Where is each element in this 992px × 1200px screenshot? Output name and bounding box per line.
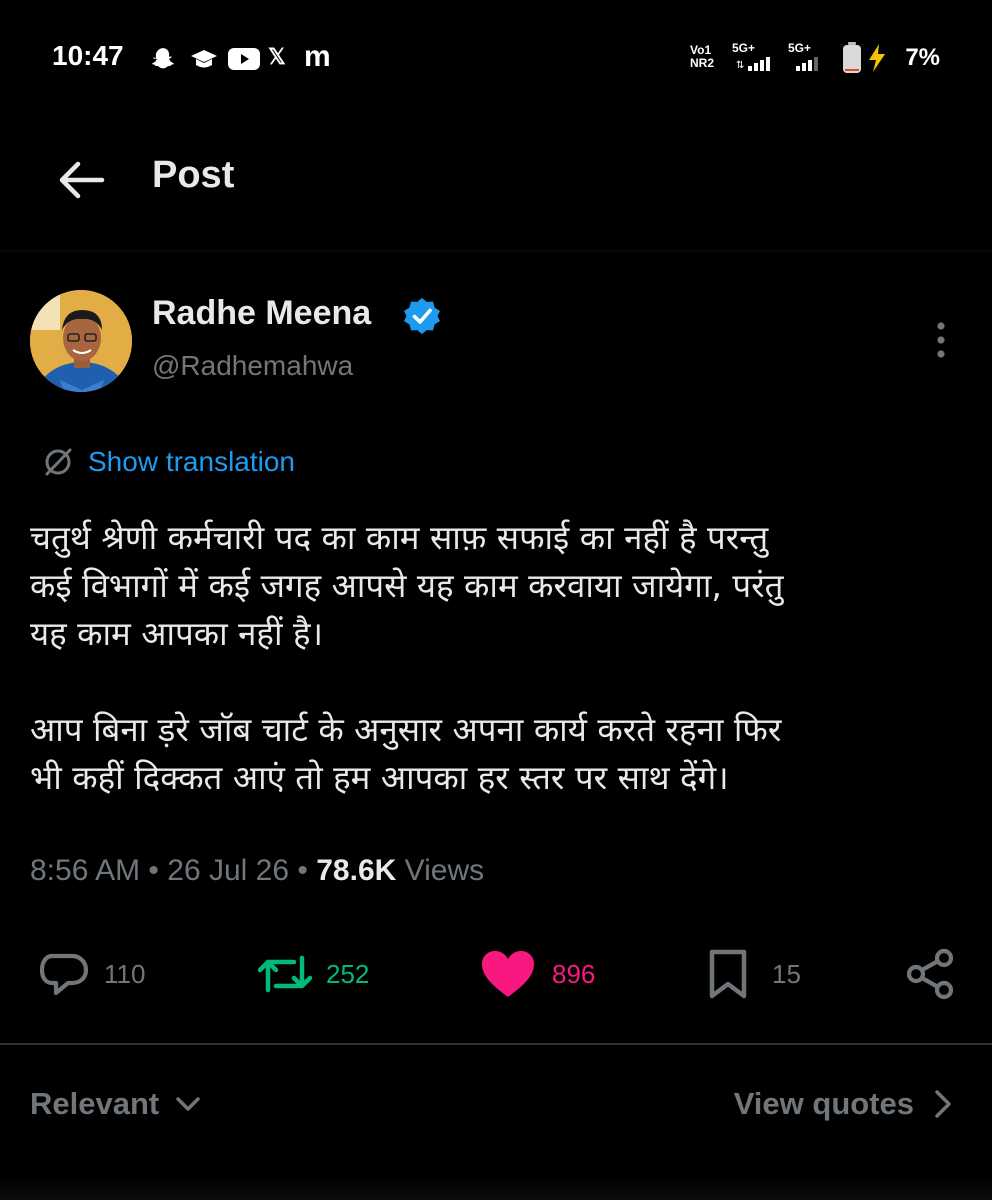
youtube-icon [228, 48, 260, 70]
verified-badge-icon [404, 298, 440, 334]
sim1-label: Vo1 NR2 [690, 43, 715, 70]
network-2: 5G+ [788, 42, 818, 71]
page-title: Post [152, 154, 235, 196]
repost-icon [257, 955, 313, 993]
back-arrow-icon[interactable] [56, 158, 106, 202]
network-1: 5G+ ⇅ [732, 42, 771, 71]
view-quotes-link[interactable]: View quotes [734, 1086, 952, 1122]
battery-percent: 7% [905, 44, 940, 71]
author-handle[interactable]: @Radhemahwa [152, 350, 353, 382]
signal-bars-icon [796, 57, 818, 71]
author-name[interactable]: Radhe Meena [152, 294, 371, 333]
charging-bolt-icon [869, 44, 885, 72]
avatar[interactable] [30, 290, 132, 392]
translate-globe-icon [45, 448, 72, 476]
more-options-icon[interactable] [926, 318, 956, 362]
post-text: चतुर्थ श्रेणी कर्मचारी पद का काम साफ़ सफ… [30, 514, 970, 850]
status-clock: 10:47 [52, 40, 124, 71]
battery-icon [843, 42, 861, 73]
meta-separator: • [297, 854, 308, 887]
chevron-down-icon [176, 1097, 200, 1111]
show-translation-label[interactable]: Show translation [88, 446, 295, 478]
chevron-right-icon [935, 1090, 951, 1118]
status-bar: 10:47 𝕏 m Vo1 NR2 5G+ ⇅ 5G+ 7% [0, 0, 992, 120]
repost-count: 252 [326, 958, 370, 989]
snapchat-icon [152, 48, 174, 69]
repost-button[interactable]: 252 [256, 948, 369, 1000]
meta-separator: • [148, 854, 159, 887]
reply-button[interactable]: 110 [38, 948, 145, 1000]
bottom-edge [0, 1178, 992, 1200]
post-time[interactable]: 8:56 AM [30, 854, 140, 887]
header-divider [0, 250, 992, 253]
graduation-cap-icon [191, 50, 217, 68]
post-date[interactable]: 26 Jul 26 [167, 854, 289, 887]
share-icon[interactable] [904, 948, 956, 1000]
x-logo-icon: 𝕏 [268, 44, 286, 69]
views-count[interactable]: 78.6K [316, 854, 396, 887]
bookmark-button[interactable]: 15 [706, 948, 801, 1000]
view-quotes-label: View quotes [733, 1086, 914, 1121]
sort-label: Relevant [30, 1086, 160, 1121]
actions-divider [0, 1043, 992, 1045]
avatar-photo [30, 290, 132, 392]
bookmark-count: 15 [772, 958, 801, 989]
post-paragraph-2: आप बिना ड़रे जॉब चार्ट के अनुसार अपना का… [30, 710, 782, 797]
post-meta: 8:56 AM • 26 Jul 26 • 78.6K Views [30, 854, 484, 888]
bookmark-icon [709, 949, 747, 999]
reply-count: 110 [104, 958, 146, 989]
show-translation-link[interactable]: Show translation [42, 444, 295, 480]
sort-replies-dropdown[interactable]: Relevant [30, 1086, 201, 1122]
post-paragraph-1: चतुर्थ श्रेणी कर्मचारी पद का काम साफ़ सफ… [30, 518, 784, 653]
heart-icon [482, 951, 534, 997]
views-label[interactable]: Views [405, 854, 484, 887]
m-icon: m [304, 40, 331, 73]
like-button[interactable]: 896 [480, 948, 595, 1000]
like-count: 896 [552, 958, 596, 989]
reply-bubble-icon [39, 953, 89, 996]
signal-bars-icon: ⇅ [736, 57, 771, 71]
